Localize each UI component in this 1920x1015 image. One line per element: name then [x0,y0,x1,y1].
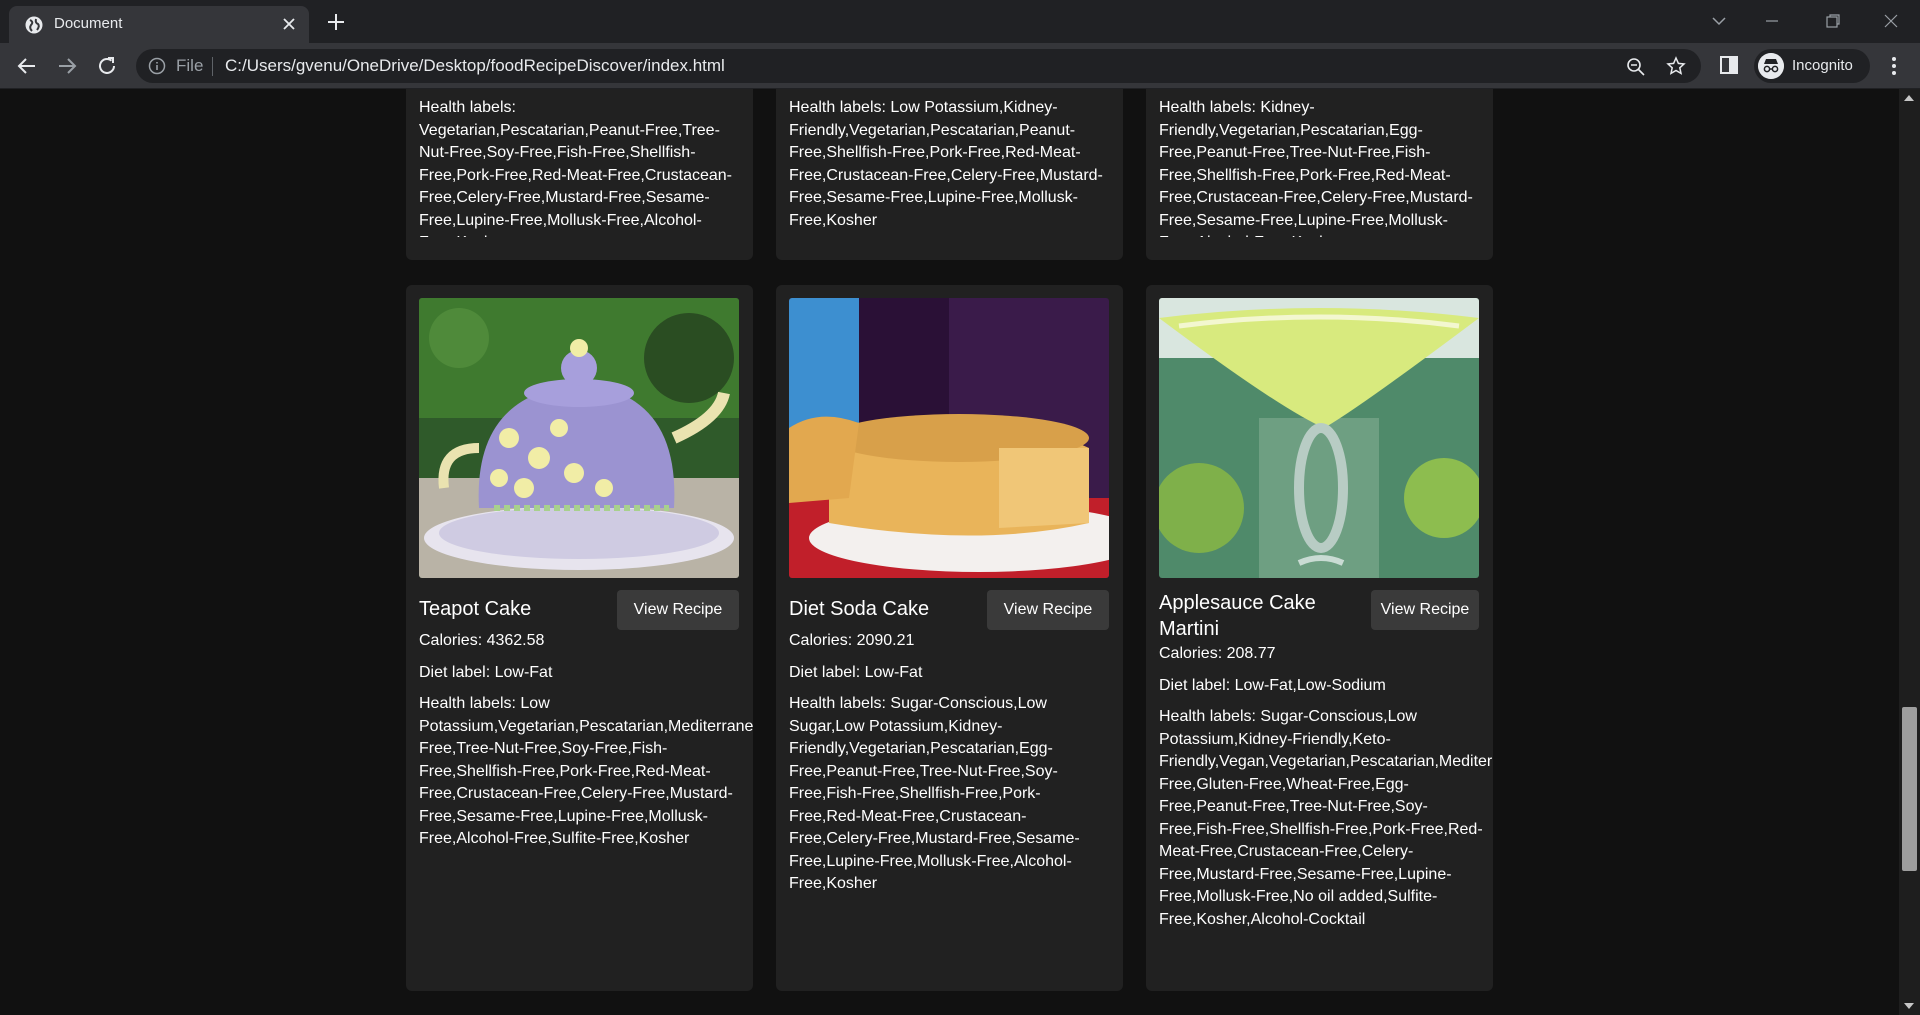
calories-text: Calories: 2090.21 [789,632,915,649]
incognito-label: Incognito [1792,57,1853,74]
calories-text: Calories: 4362.58 [419,632,545,649]
forward-arrow-icon[interactable] [55,54,79,78]
view-recipe-button[interactable]: View Recipe [1371,590,1479,630]
info-icon[interactable] [148,57,166,75]
more-menu-icon[interactable] [1884,54,1904,78]
window-close-icon[interactable] [1880,10,1902,32]
url-scheme-label: File [176,56,204,75]
restore-icon[interactable] [1822,10,1844,32]
scroll-up-arrow-icon[interactable] [1904,95,1914,101]
diet-label-text: Diet label: Low-Fat,Low-Sodium [1159,677,1386,694]
recipe-card: Applesauce Cake Martini View Recipe Calo… [1146,285,1493,991]
globe-icon [25,16,43,34]
minimize-icon[interactable] [1761,10,1783,32]
browser-tab-strip: Document [0,0,1920,43]
recipe-card: Diet Soda Cake View Recipe Calories: 209… [776,285,1123,991]
recipe-image [1159,298,1479,578]
view-recipe-button[interactable]: View Recipe [617,590,739,630]
bookmark-star-icon[interactable] [1666,56,1686,76]
recipe-card: Health labels: Kidney-Friendly,Vegetaria… [1146,89,1493,260]
side-panel-icon[interactable] [1718,54,1740,76]
health-labels: Health labels: Low Potassium,Kidney-Frie… [789,99,1103,229]
address-bar[interactable]: File C:/Users/gvenu/OneDrive/Desktop/foo… [136,49,1701,83]
calories-text: Calories: 208.77 [1159,645,1276,662]
recipe-image [419,298,739,578]
recipe-card: Health labels: Vegetarian,Pescatarian,Pe… [406,89,753,260]
page-viewport: Health labels: Vegetarian,Pescatarian,Pe… [0,89,1920,1015]
url-text[interactable]: C:/Users/gvenu/OneDrive/Desktop/foodReci… [225,56,725,76]
health-labels: Health labels: Sugar-Conscious,Low Sugar… [789,695,1080,892]
diet-label-text: Diet label: Low-Fat [789,664,923,681]
scrollbar-thumb[interactable] [1902,707,1917,871]
tab-search-chevron-icon[interactable] [1708,10,1730,32]
health-labels: Health labels: Sugar-Conscious,Low Potas… [1159,708,1493,928]
recipe-title: Diet Soda Cake [789,598,930,620]
health-labels: Health labels: Kidney-Friendly,Vegetaria… [1159,99,1473,237]
reload-icon[interactable] [95,54,119,78]
recipe-image [789,298,1109,578]
recipe-title: Teapot Cake [419,598,532,620]
browser-tab[interactable]: Document [9,6,309,43]
zoom-out-icon[interactable] [1626,57,1646,77]
recipe-card: Health labels: Low Potassium,Kidney-Frie… [776,89,1123,260]
health-labels: Health labels: Low Potassium,Vegetarian,… [419,695,753,847]
recipe-card: Teapot Cake View Recipe Calories: 4362.5… [406,285,753,991]
incognito-profile-button[interactable]: Incognito [1754,49,1870,83]
diet-label-text: Diet label: Low-Fat [419,664,553,681]
tab-title: Document [54,15,123,32]
health-labels: Health labels: Vegetarian,Pescatarian,Pe… [419,99,732,237]
incognito-icon [1758,53,1784,79]
scroll-down-arrow-icon[interactable] [1904,1003,1914,1009]
back-arrow-icon[interactable] [15,54,39,78]
vertical-scrollbar[interactable] [1899,89,1920,1015]
recipe-title: Applesauce Cake Martini [1159,592,1316,640]
new-tab-icon[interactable] [326,12,346,32]
url-separator [212,57,213,76]
close-icon[interactable] [281,16,297,32]
browser-toolbar: File C:/Users/gvenu/OneDrive/Desktop/foo… [0,43,1920,89]
view-recipe-button[interactable]: View Recipe [987,590,1109,630]
